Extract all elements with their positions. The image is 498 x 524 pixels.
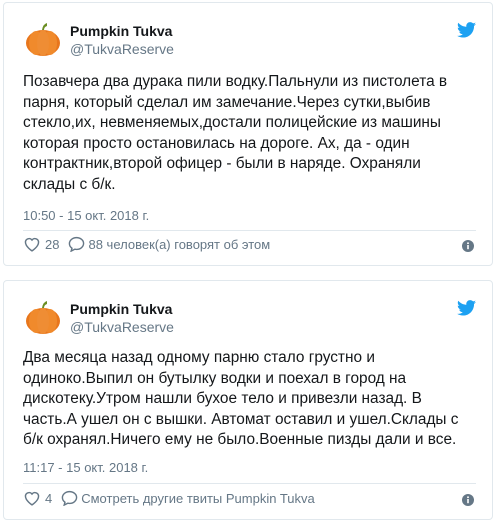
tweet-timestamp[interactable]: 10:50 - 15 окт. 2018 г. bbox=[23, 208, 149, 223]
tweet-text: Два месяца назад одному парню стало грус… bbox=[23, 348, 478, 451]
pumpkin-avatar-icon[interactable] bbox=[23, 19, 63, 59]
heart-icon bbox=[24, 491, 40, 506]
info-icon[interactable] bbox=[462, 494, 474, 506]
tweet-actions: 4 Смотреть другие твиты Pumpkin Tukva bbox=[23, 490, 315, 506]
tweet-text-line: дискотеку.Утром нашли бухое тело и приве… bbox=[23, 390, 422, 407]
info-icon[interactable] bbox=[462, 240, 474, 252]
like-count: 4 bbox=[45, 490, 53, 506]
tweet-text-line: контрактник,второй офицер - были в наряд… bbox=[23, 155, 421, 172]
twitter-bird-icon[interactable] bbox=[457, 22, 476, 38]
tweet-text: Позавчера два дурака пили водку.Пальнули… bbox=[23, 72, 478, 195]
pumpkin-avatar-icon[interactable] bbox=[23, 297, 63, 337]
tweet-timestamp[interactable]: 11:17 - 15 окт. 2018 г. bbox=[23, 460, 148, 475]
author-handle[interactable]: @TukvaReserve bbox=[70, 318, 174, 336]
tweet-text-line: часть.А ушел он с вышки. Автомат оставил… bbox=[23, 410, 459, 428]
tweet-actions: 28 88 человек(а) говорят об этом bbox=[23, 236, 270, 252]
tweet-text-line: Позавчера два дурака пили водку.Пальнули… bbox=[23, 73, 448, 90]
tweet-text-line: стекло,их, невменяемых,достали полицейск… bbox=[23, 114, 441, 131]
heart-icon bbox=[24, 237, 40, 252]
tweet-author[interactable]: Pumpkin Tukva @TukvaReserve bbox=[70, 300, 174, 336]
like-button[interactable]: 28 bbox=[23, 236, 59, 252]
tweet-text-line: Два месяца назад одному парню стало грус… bbox=[23, 349, 375, 366]
more-tweets-link[interactable]: Смотреть другие твиты Pumpkin Tukva bbox=[61, 490, 315, 506]
more-tweets-label: Смотреть другие твиты Pumpkin Tukva bbox=[81, 490, 315, 506]
tweet-author[interactable]: Pumpkin Tukva @TukvaReserve bbox=[70, 22, 174, 58]
author-name[interactable]: Pumpkin Tukva bbox=[70, 22, 174, 40]
tweet-text-line: одиноко.Выпил он бутылку водки и поехал … bbox=[23, 369, 407, 387]
tweet-text-line: которая просто остановилась на дороге. А… bbox=[23, 134, 410, 152]
divider bbox=[23, 483, 476, 484]
author-name[interactable]: Pumpkin Tukva bbox=[70, 300, 174, 318]
tweet-text-line: склады с б/к. bbox=[23, 175, 116, 193]
conversation-label: 88 человек(а) говорят об этом bbox=[88, 236, 271, 252]
conversation-link[interactable]: 88 человек(а) говорят об этом bbox=[68, 236, 270, 252]
tweet-card[interactable]: Pumpkin Tukva @TukvaReserve Позавчера дв… bbox=[3, 2, 493, 266]
speech-bubble-icon bbox=[61, 490, 78, 506]
tweet-text-line: б/к охранял.Ничего ему не было.Военные п… bbox=[23, 431, 457, 448]
tweet-text-line: парня, который сделал им замечание.Через… bbox=[23, 93, 431, 111]
tweet-card[interactable]: Pumpkin Tukva @TukvaReserve Два месяца н… bbox=[3, 280, 493, 520]
like-count: 28 bbox=[45, 236, 60, 252]
author-handle[interactable]: @TukvaReserve bbox=[70, 40, 174, 58]
speech-bubble-icon bbox=[69, 236, 85, 252]
divider bbox=[23, 230, 476, 231]
like-button[interactable]: 4 bbox=[23, 490, 52, 506]
twitter-bird-icon[interactable] bbox=[457, 300, 476, 316]
